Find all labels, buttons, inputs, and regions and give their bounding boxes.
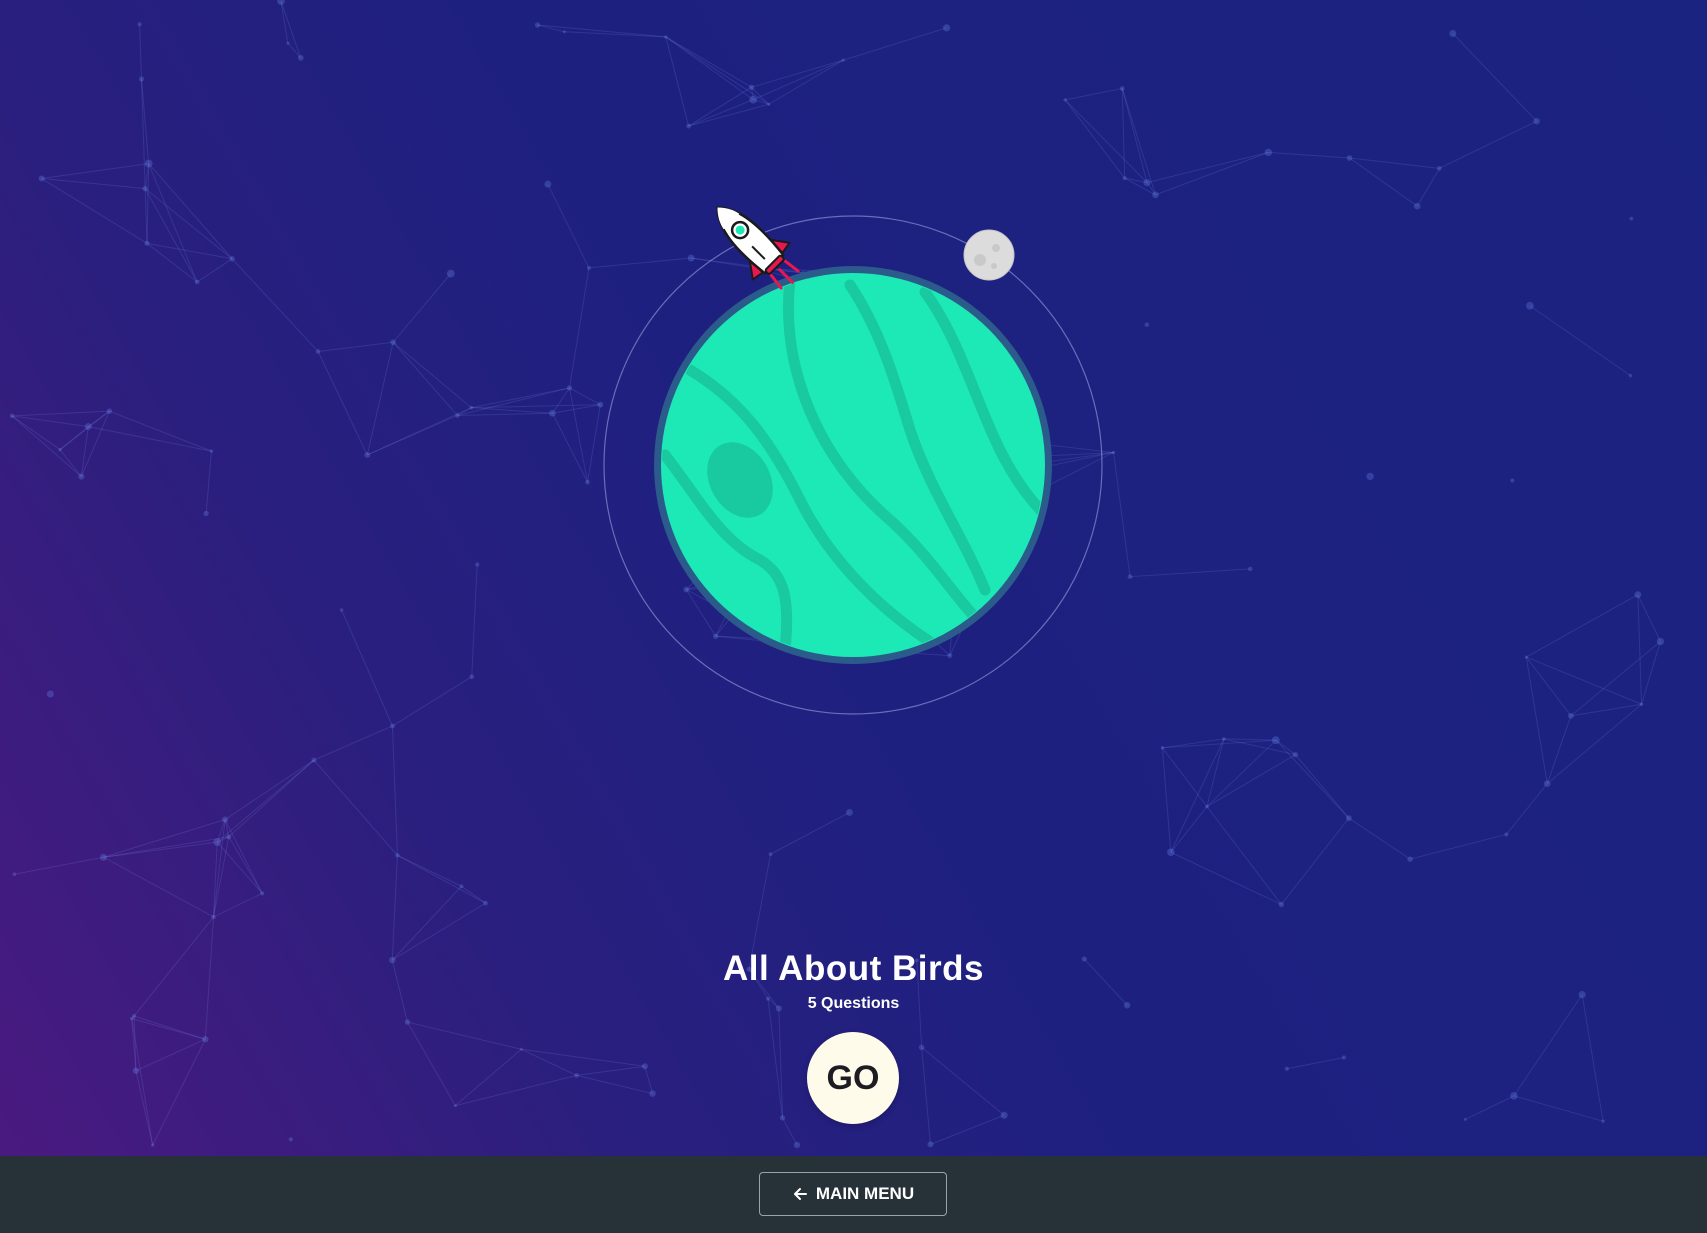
main-menu-label: MAIN MENU	[815, 1184, 915, 1203]
go-button[interactable]: GO	[807, 1032, 899, 1124]
moon-icon	[963, 229, 1015, 281]
quiz-title: All About Birds	[723, 949, 984, 988]
planet-icon	[654, 266, 1052, 664]
footer-bar: MAIN MENU	[0, 1156, 1707, 1233]
arrow-left-icon	[792, 1186, 808, 1202]
quiz-info: All About Birds 5 Questions	[0, 945, 1707, 1015]
main-menu-button[interactable]: MAIN MENU	[759, 1172, 947, 1216]
quiz-start-screen: All About Birds 5 Questions GO	[0, 0, 1707, 1156]
question-count: 5 Questions	[807, 995, 900, 1012]
